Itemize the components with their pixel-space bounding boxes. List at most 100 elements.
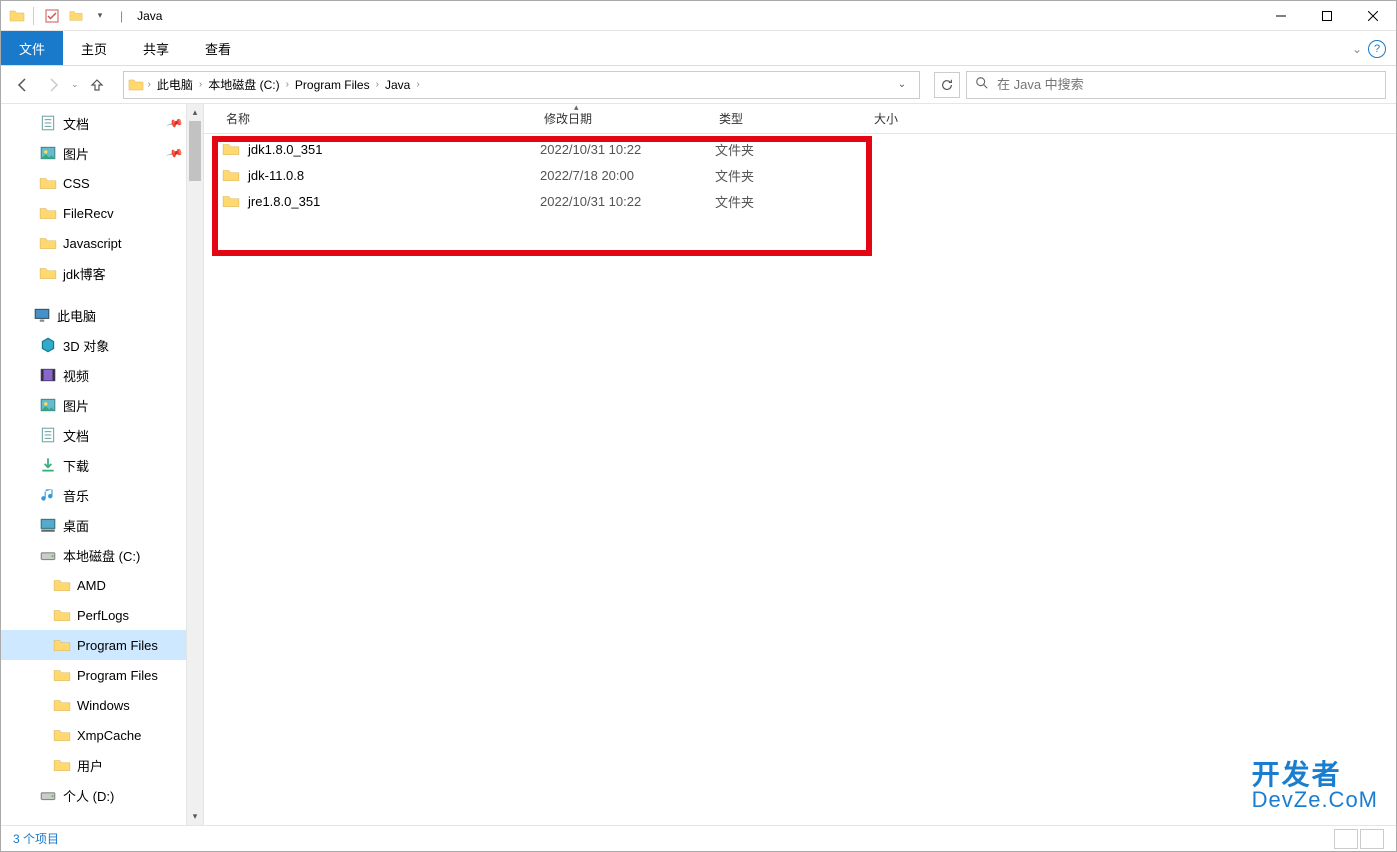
sidebar-item[interactable]: jdk博客 <box>1 258 186 288</box>
video-icon <box>39 366 57 384</box>
maximize-button[interactable] <box>1304 1 1350 31</box>
navbar: ⌄ › 此电脑 › 本地磁盘 (C:) › Program Files › Ja… <box>1 66 1396 104</box>
column-header-date[interactable]: 修改日期 <box>534 110 709 127</box>
folder-icon <box>39 204 57 222</box>
column-header-type[interactable]: 类型 <box>709 110 864 127</box>
sidebar-item-label: 此电脑 <box>57 306 96 325</box>
qat-checkbox-icon[interactable] <box>42 6 62 26</box>
sidebar-item[interactable]: 下载 <box>1 450 186 480</box>
search-input[interactable] <box>997 77 1377 92</box>
download-icon <box>39 456 57 474</box>
search-box[interactable] <box>966 71 1386 99</box>
nav-history-dropdown[interactable]: ⌄ <box>71 79 79 90</box>
doc-icon <box>39 426 57 444</box>
sidebar: 文档 📌 图片 📌 CSS FileRecv Javascript jdk博客 … <box>1 104 204 825</box>
sidebar-item-label: XmpCache <box>77 728 141 743</box>
ribbon-tab-home[interactable]: 主页 <box>63 31 125 65</box>
scroll-up-icon[interactable]: ▴ <box>187 104 203 121</box>
sidebar-item-label: Program Files <box>77 668 158 683</box>
sidebar-item-label: 本地磁盘 (C:) <box>63 546 140 565</box>
sidebar-item-label: Program Files <box>77 638 158 653</box>
ribbon: 文件 主页 共享 查看 ⌄ ? <box>1 31 1396 66</box>
close-button[interactable] <box>1350 1 1396 31</box>
sidebar-item[interactable]: 图片 📌 <box>1 138 186 168</box>
sidebar-item[interactable]: Javascript <box>1 228 186 258</box>
desktop-icon <box>39 516 57 534</box>
window-title: Java <box>137 9 162 23</box>
sidebar-item[interactable]: 视频 <box>1 360 186 390</box>
ribbon-collapse-icon[interactable]: ⌄ <box>1352 42 1362 56</box>
nav-back-button[interactable] <box>11 73 35 97</box>
sidebar-item-label: Windows <box>77 698 130 713</box>
nav-forward-button <box>41 73 65 97</box>
sidebar-item[interactable]: 个人 (D:) <box>1 780 186 810</box>
qat-dropdown-icon[interactable]: ▾ <box>90 6 110 26</box>
sidebar-item[interactable]: CSS <box>1 168 186 198</box>
sidebar-item-label: 视频 <box>63 366 89 385</box>
ribbon-tab-file[interactable]: 文件 <box>1 31 63 65</box>
view-thumbnails-button[interactable] <box>1360 829 1384 849</box>
qat-folder-icon[interactable] <box>66 6 86 26</box>
sidebar-item[interactable]: 本地磁盘 (C:) <box>1 540 186 570</box>
scroll-thumb[interactable] <box>189 121 201 181</box>
sidebar-item[interactable]: Program Files <box>1 660 186 690</box>
folder-icon <box>222 192 240 210</box>
folder-icon <box>53 576 71 594</box>
sidebar-item-thispc[interactable]: 此电脑 <box>1 300 186 330</box>
pic-icon <box>39 144 57 162</box>
folder-app-icon <box>9 8 25 24</box>
folder-icon <box>222 140 240 158</box>
breadcrumb-item[interactable]: Java <box>379 78 416 92</box>
scroll-down-icon[interactable]: ▾ <box>187 808 203 825</box>
file-date: 2022/7/18 20:00 <box>540 168 715 183</box>
sidebar-item[interactable]: 文档 📌 <box>1 108 186 138</box>
sidebar-item[interactable]: 用户 <box>1 750 186 780</box>
sidebar-item[interactable]: XmpCache <box>1 720 186 750</box>
sidebar-item-label: 桌面 <box>63 516 89 535</box>
column-header-name[interactable]: 名称 <box>204 110 534 127</box>
breadcrumb-item[interactable]: 本地磁盘 (C:) <box>202 76 285 93</box>
breadcrumb-dropdown-button[interactable]: ⌄ <box>889 72 915 98</box>
sidebar-item[interactable]: 桌面 <box>1 510 186 540</box>
minimize-button[interactable] <box>1258 1 1304 31</box>
sort-indicator-icon: ▴ <box>574 104 579 113</box>
ribbon-tab-share[interactable]: 共享 <box>125 31 187 65</box>
sidebar-scrollbar[interactable]: ▴ ▾ <box>186 104 203 825</box>
pin-icon: 📌 <box>166 144 184 162</box>
file-row[interactable]: jdk1.8.0_351 2022/10/31 10:22 文件夹 <box>210 136 1390 162</box>
column-headers: ▴ 名称 修改日期 类型 大小 <box>204 104 1396 134</box>
breadcrumb-item[interactable]: 此电脑 <box>151 76 199 93</box>
sidebar-item[interactable]: 3D 对象 <box>1 330 186 360</box>
sidebar-item[interactable]: AMD <box>1 570 186 600</box>
column-header-size[interactable]: 大小 <box>864 110 964 127</box>
titlebar: ▾ | Java <box>1 1 1396 31</box>
sidebar-item-label: PerfLogs <box>77 608 129 623</box>
sidebar-item[interactable]: 文档 <box>1 420 186 450</box>
sidebar-item[interactable]: 图片 <box>1 390 186 420</box>
file-row[interactable]: jre1.8.0_351 2022/10/31 10:22 文件夹 <box>210 188 1390 214</box>
file-type: 文件夹 <box>715 166 870 185</box>
sidebar-item[interactable]: 音乐 <box>1 480 186 510</box>
folder-icon <box>53 666 71 684</box>
folder-icon <box>39 174 57 192</box>
file-name: jdk-11.0.8 <box>248 168 304 183</box>
refresh-button[interactable] <box>934 72 960 98</box>
nav-up-button[interactable] <box>85 73 109 97</box>
chevron-right-icon[interactable]: › <box>416 79 419 90</box>
help-icon[interactable]: ? <box>1368 40 1386 58</box>
file-row[interactable]: jdk-11.0.8 2022/7/18 20:00 文件夹 <box>210 162 1390 188</box>
sidebar-item-label: 下载 <box>63 456 89 475</box>
sidebar-item[interactable]: Program Files <box>1 630 186 660</box>
sidebar-item[interactable]: PerfLogs <box>1 600 186 630</box>
sidebar-item[interactable]: Windows <box>1 690 186 720</box>
folder-icon <box>53 696 71 714</box>
folder-icon <box>53 606 71 624</box>
sidebar-item[interactable]: FileRecv <box>1 198 186 228</box>
view-details-button[interactable] <box>1334 829 1358 849</box>
pin-icon: 📌 <box>166 114 184 132</box>
breadcrumb-item[interactable]: Program Files <box>289 78 376 92</box>
ribbon-tab-view[interactable]: 查看 <box>187 31 249 65</box>
sidebar-item-label: jdk博客 <box>63 264 106 283</box>
breadcrumb-bar[interactable]: › 此电脑 › 本地磁盘 (C:) › Program Files › Java… <box>123 71 920 99</box>
sidebar-item-label: Javascript <box>63 236 122 251</box>
